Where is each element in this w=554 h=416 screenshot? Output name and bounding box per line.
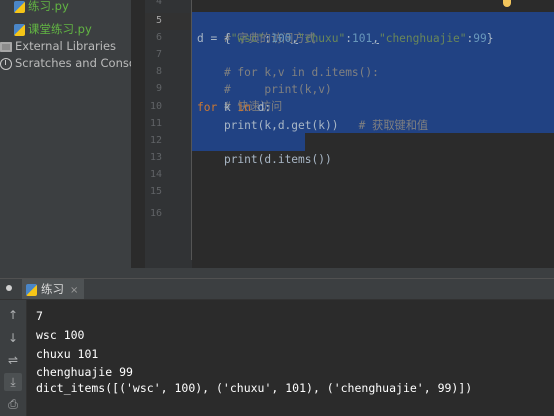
python-file-icon	[14, 23, 25, 36]
line-number: 13	[149, 152, 162, 163]
scroll-to-end-icon[interactable]: ⤓	[4, 373, 22, 391]
line-number: 9	[155, 83, 162, 94]
line-number-gutter: 4 5 6 7 8 9 10 11 12 13 14 15 16	[145, 0, 192, 268]
tree-item-label: Scratches and Consoles	[15, 56, 131, 70]
line-number: 8	[155, 66, 162, 77]
panel-splitter[interactable]	[131, 0, 145, 268]
scroll-down-icon[interactable]: ↓	[4, 329, 22, 347]
run-tab-bar: 练习 ×	[0, 279, 554, 300]
console-line: 7	[36, 309, 43, 323]
current-line-highlight	[145, 13, 192, 30]
soft-wrap-icon[interactable]: ⇌	[4, 351, 22, 369]
scratches-icon	[0, 57, 12, 70]
project-tree: 练习.py 课堂练习.py External Libraries Scratch…	[0, 0, 131, 268]
tree-item-external-libraries[interactable]: External Libraries	[0, 38, 116, 55]
run-side-toolbar: ↑ ↓ ⇌ ⤓ ⎙	[0, 300, 27, 416]
tab-run-lianxi[interactable]: 练习 ×	[22, 279, 85, 299]
line-number: 4	[155, 0, 162, 7]
library-icon	[0, 41, 12, 52]
close-icon[interactable]: ×	[70, 285, 78, 296]
tree-item-lianxi[interactable]: 练习.py	[14, 0, 69, 15]
code-line-7: # for k,v in d.items():	[223, 66, 379, 79]
line-number: 6	[155, 32, 162, 43]
pin-icon[interactable]	[6, 285, 12, 291]
line-number: 14	[149, 169, 162, 180]
tree-item-ketang-lianxi[interactable]: 课堂练习.py	[14, 21, 92, 38]
code-line-11: print(k,d.get(k)) # 获取键和值	[197, 119, 429, 132]
tree-item-label: External Libraries	[15, 39, 117, 53]
tree-item-label: 课堂练习.py	[28, 22, 92, 36]
tree-item-scratches[interactable]: Scratches and Consoles	[0, 55, 131, 72]
console-line: chuxu 101	[36, 347, 99, 361]
code-line-6: d = {"wsc":100,"chuxu":101,"chenghuajie"…	[197, 32, 494, 45]
console-line: wsc 100	[36, 328, 85, 342]
line-number: 12	[149, 135, 162, 146]
python-file-icon	[14, 0, 25, 13]
line-number: 15	[149, 186, 162, 197]
code-line-10: for k in d:	[197, 101, 272, 114]
line-number: 16	[149, 208, 162, 219]
console-line: dict_items([('wsc', 100), ('chuxu', 101)…	[36, 381, 473, 395]
code-line-9: # 快速访问	[223, 100, 283, 113]
python-file-icon	[26, 283, 37, 296]
tree-item-label: 练习.py	[28, 0, 69, 13]
code-editor[interactable]: # 字典的访问方式 d = {"wsc":100,"chuxu":101,"ch…	[192, 0, 554, 268]
code-line-12: print(d.items())	[223, 153, 332, 166]
line-number: 7	[155, 49, 162, 60]
code-line-5: # 字典的访问方式	[223, 32, 316, 45]
run-console-output[interactable]: ​ 7 wsc 100 chuxu 101 chenghuajie 99 dic…	[27, 300, 554, 416]
print-icon[interactable]: ⎙	[4, 395, 22, 413]
line-number: 11	[149, 118, 162, 129]
line-number: 5	[155, 15, 162, 26]
code-line-8: # print(k,v)	[223, 83, 332, 96]
run-tab-label: 练习	[41, 282, 64, 296]
scroll-up-icon[interactable]: ↑	[4, 306, 22, 324]
line-number: 10	[149, 101, 162, 112]
lightbulb-icon[interactable]	[503, 0, 511, 7]
